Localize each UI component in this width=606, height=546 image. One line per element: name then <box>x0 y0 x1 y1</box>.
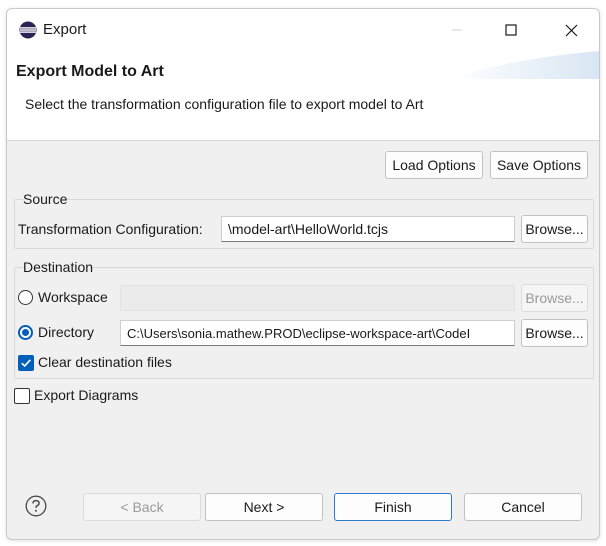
workspace-radio[interactable] <box>18 290 33 305</box>
checkmark-icon <box>21 359 31 368</box>
help-icon[interactable] <box>25 495 47 517</box>
eclipse-app-icon <box>19 21 37 39</box>
export-diagrams-checkbox[interactable] <box>14 388 30 404</box>
workspace-browse-button[interactable]: Browse... <box>521 284 588 312</box>
directory-browse-button[interactable]: Browse... <box>521 319 588 347</box>
header-banner-graphic <box>449 51 599 79</box>
page-title: Export Model to Art <box>16 63 164 80</box>
back-button[interactable]: < Back <box>83 493 201 521</box>
directory-radio[interactable] <box>18 325 33 340</box>
maximize-button[interactable] <box>481 9 541 51</box>
directory-label: Directory <box>38 324 95 340</box>
transformation-config-field[interactable]: \model-art\HelloWorld.tcjs <box>221 216 515 242</box>
page-description: Select the transformation configuration … <box>25 96 424 112</box>
source-group-label: Source <box>23 191 68 207</box>
minimize-button[interactable] <box>427 9 487 51</box>
close-button[interactable] <box>541 9 599 51</box>
finish-button[interactable]: Finish <box>334 493 452 521</box>
clear-destination-checkbox[interactable] <box>18 355 34 371</box>
next-button[interactable]: Next > <box>205 493 323 521</box>
workspace-label: Workspace <box>38 289 108 305</box>
save-options-button[interactable]: Save Options <box>490 151 588 179</box>
export-dialog: Export Export Model to Art Select the tr… <box>6 8 600 540</box>
window-title: Export <box>43 21 87 38</box>
cancel-button[interactable]: Cancel <box>464 493 582 521</box>
workspace-field[interactable] <box>120 285 515 311</box>
load-options-button[interactable]: Load Options <box>385 151 483 179</box>
clear-destination-label: Clear destination files <box>38 354 172 370</box>
transformation-config-label: Transformation Configuration: <box>18 221 203 237</box>
minimize-icon <box>452 29 462 31</box>
close-icon <box>565 24 577 36</box>
title-bar: Export <box>7 9 599 51</box>
directory-field[interactable]: C:\Users\sonia.mathew.PROD\eclipse-works… <box>120 320 515 346</box>
destination-group-label: Destination <box>23 259 94 275</box>
export-diagrams-label: Export Diagrams <box>34 387 139 403</box>
wizard-header: Export Model to Art Select the transform… <box>7 51 599 141</box>
source-browse-button[interactable]: Browse... <box>521 215 588 243</box>
maximize-icon <box>505 24 517 36</box>
